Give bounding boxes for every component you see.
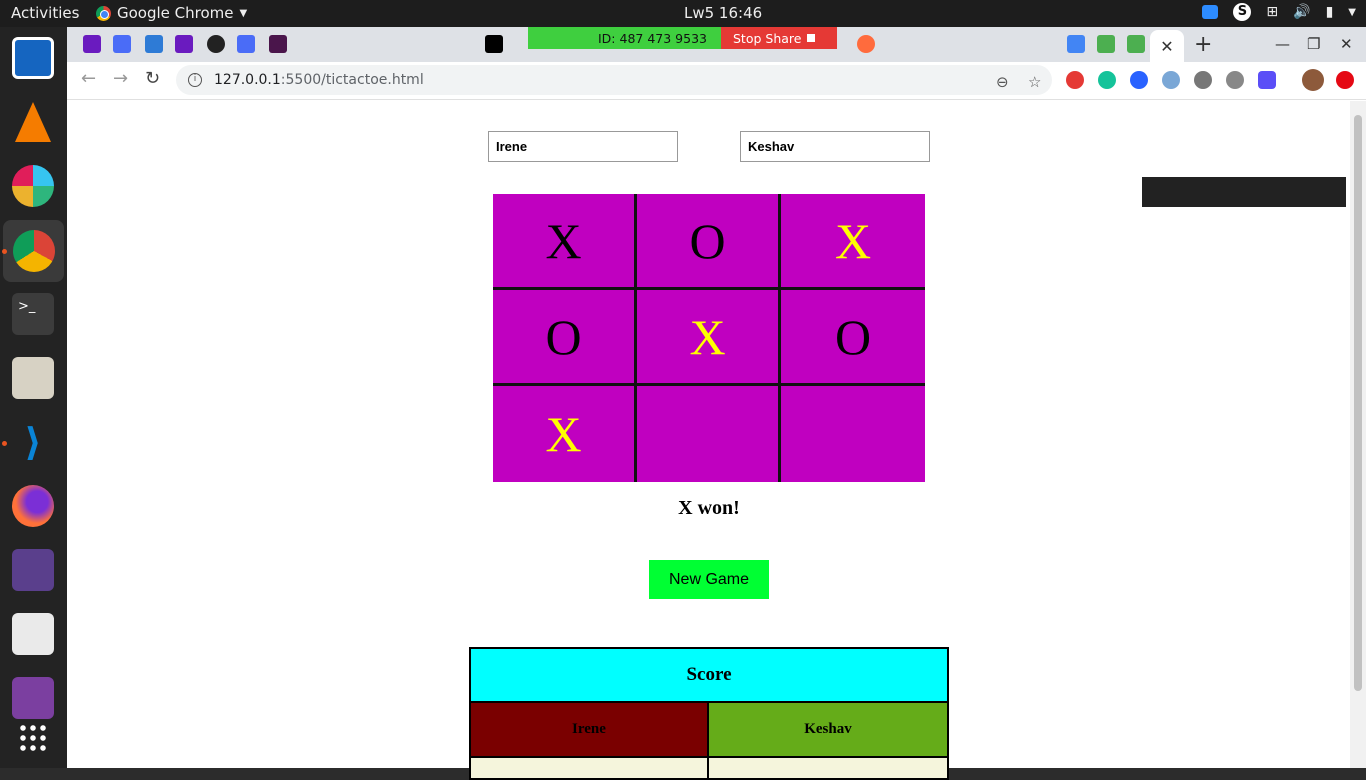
restore-button[interactable]: ❐	[1307, 35, 1320, 53]
back-button[interactable]: ←	[81, 68, 96, 89]
browser-toolbar: ← → ↻ i 127.0.0.1:5500/tictactoe.html ⊖ …	[67, 62, 1366, 100]
volume-icon[interactable]: 🔊	[1293, 4, 1310, 20]
board-cell[interactable]: X	[493, 386, 637, 482]
extension-icon[interactable]	[1066, 71, 1084, 89]
url-host: 127.0.0.1	[214, 72, 281, 88]
power-menu-chevron-icon[interactable]: ▼	[1348, 7, 1356, 18]
tab-favicon[interactable]	[1067, 35, 1085, 53]
tab-favicon[interactable]	[145, 35, 163, 53]
chrome-window: ✕ + — ❐ ✕ ID: 487 473 9533 Stop Share ← …	[67, 27, 1366, 780]
url-path: :5500/tictactoe.html	[280, 72, 424, 88]
system-top-bar: Activities Google Chrome ▼ Lw5 16:46 S ⊞…	[0, 0, 1366, 27]
player1-input[interactable]	[488, 131, 678, 162]
show-apps-icon[interactable]	[8, 713, 58, 763]
board-cell[interactable]: O	[493, 290, 637, 386]
slack-icon[interactable]	[8, 161, 58, 211]
scrollbar-thumb[interactable]	[1354, 115, 1362, 691]
camera-icon[interactable]	[1162, 71, 1180, 89]
vscode-icon[interactable]: ⟩	[8, 417, 58, 467]
player2-input[interactable]	[740, 131, 930, 162]
libreoffice-writer-icon[interactable]	[8, 33, 58, 83]
close-window-button[interactable]: ✕	[1340, 35, 1353, 53]
vlc-icon[interactable]	[8, 97, 58, 147]
bookmark-star-icon[interactable]: ☆	[1028, 73, 1041, 91]
archive-manager-icon[interactable]	[8, 353, 58, 403]
board-cell[interactable]: O	[637, 194, 781, 290]
extension-icon[interactable]	[1258, 71, 1276, 89]
files-icon[interactable]	[8, 609, 58, 659]
extension-icon[interactable]	[1130, 71, 1148, 89]
board-cell[interactable]: X	[493, 194, 637, 290]
tab-favicon[interactable]	[83, 35, 101, 53]
forward-button[interactable]: →	[113, 68, 128, 89]
stop-icon	[807, 34, 816, 42]
grammarly-icon[interactable]	[1098, 71, 1116, 89]
tab-favicon[interactable]	[485, 35, 503, 53]
board-cell[interactable]: X	[637, 290, 781, 386]
score-player1: Irene	[471, 703, 709, 756]
tab-favicon[interactable]	[1097, 35, 1115, 53]
new-game-button[interactable]: New Game	[649, 560, 769, 599]
board-cell[interactable]: X	[781, 194, 925, 290]
zoom-out-icon[interactable]: ⊖	[996, 73, 1009, 91]
page-scrollbar[interactable]	[1350, 101, 1366, 768]
board-cell[interactable]: O	[781, 290, 925, 386]
tab-strip: ✕ + — ❐ ✕ ID: 487 473 9533 Stop Share	[67, 27, 1366, 62]
tab-favicon[interactable]	[113, 35, 131, 53]
app-menu[interactable]: Google Chrome ▼	[96, 4, 247, 22]
screen-share-bar: ID: 487 473 9533 Stop Share	[528, 27, 837, 49]
skype-tray-icon[interactable]: S	[1233, 3, 1252, 21]
avatar[interactable]	[1302, 69, 1324, 91]
update-icon[interactable]	[1336, 71, 1354, 89]
extension-icon[interactable]	[1226, 71, 1244, 89]
dock: >_ ⟩	[0, 27, 67, 768]
terminal-icon[interactable]: >_	[8, 289, 58, 339]
score-header-row: Irene Keshav	[471, 703, 947, 758]
chevron-down-icon: ▼	[239, 7, 248, 19]
score-table: Score Irene Keshav	[469, 647, 949, 780]
extension-icon[interactable]	[1194, 71, 1212, 89]
running-indicator	[2, 249, 7, 254]
stop-share-label: Stop Share	[733, 30, 802, 46]
chrome-icon	[96, 5, 111, 21]
running-indicator	[2, 441, 7, 446]
close-tab-icon[interactable]: ✕	[1160, 37, 1173, 56]
tab-favicon[interactable]	[175, 35, 193, 53]
network-icon[interactable]: ⊞	[1266, 4, 1278, 20]
score-player2: Keshav	[709, 703, 947, 756]
clock[interactable]: Lw5 16:46	[684, 4, 762, 22]
tab-favicon[interactable]	[237, 35, 255, 53]
stop-share-button[interactable]: Stop Share	[721, 27, 837, 49]
chrome-icon[interactable]	[3, 220, 64, 282]
info-icon[interactable]: i	[188, 73, 202, 87]
app-menu-label: Google Chrome	[117, 4, 234, 22]
score-title: Score	[471, 649, 947, 703]
page-viewport: X O X O X O X X won! New Game Score Iren…	[67, 101, 1350, 780]
address-bar[interactable]: i 127.0.0.1:5500/tictactoe.html ⊖ ☆	[176, 65, 1052, 95]
tab-favicon[interactable]	[269, 35, 287, 53]
meeting-id: ID: 487 473 9533	[528, 27, 721, 49]
activities-button[interactable]: Activities	[11, 4, 79, 22]
tab-favicon[interactable]	[207, 35, 225, 53]
score-values-row	[471, 758, 947, 778]
video-player-icon[interactable]	[8, 545, 58, 595]
minimize-button[interactable]: —	[1275, 35, 1290, 53]
new-tab-button[interactable]: +	[1194, 32, 1212, 57]
active-tab[interactable]: ✕	[1150, 30, 1184, 62]
tab-favicon[interactable]	[857, 35, 875, 53]
battery-icon[interactable]: ▮	[1326, 4, 1334, 20]
game-status: X won!	[678, 497, 740, 519]
dark-panel	[1142, 177, 1346, 207]
firefox-icon[interactable]	[8, 481, 58, 531]
board-cell[interactable]	[637, 386, 781, 482]
tictactoe-board: X O X O X O X	[493, 194, 925, 482]
system-tray[interactable]: S ⊞ 🔊 ▮ ▼	[1202, 3, 1356, 21]
zoom-tray-icon[interactable]	[1202, 5, 1219, 19]
board-cell[interactable]	[781, 386, 925, 482]
tab-favicon[interactable]	[1127, 35, 1145, 53]
reload-button[interactable]: ↻	[145, 68, 160, 89]
